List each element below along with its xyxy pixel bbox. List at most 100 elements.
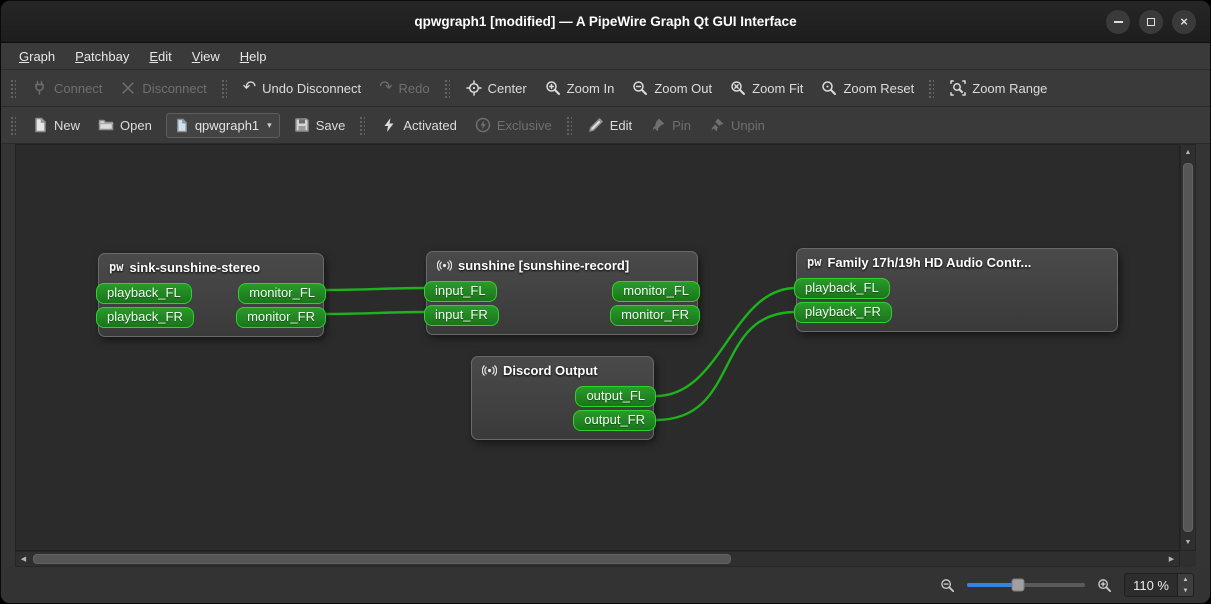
zoom-out-button[interactable]: Zoom Out: [623, 73, 721, 103]
port-output-fl[interactable]: output_FL: [575, 386, 656, 407]
menu-help[interactable]: Help: [230, 45, 277, 68]
zoom-value[interactable]: 110 %: [1125, 574, 1177, 596]
title-bar[interactable]: qpwgraph1 [modified] — A PipeWire Graph …: [1, 1, 1210, 43]
menu-graph-label: raph: [29, 48, 56, 64]
toolbar-handle[interactable]: [9, 78, 16, 98]
save-label: Save: [315, 117, 346, 133]
port-row: playback_FR: [794, 302, 1117, 323]
disconnect-button: Disconnect: [111, 73, 215, 103]
menu-patchbay-accel: P: [75, 48, 84, 64]
close-icon: ×: [1180, 14, 1188, 29]
zoom-slider-handle[interactable]: [1011, 578, 1025, 592]
node-title: pw Family 17h/19h HD Audio Contr...: [797, 249, 1117, 275]
center-button[interactable]: Center: [457, 73, 536, 103]
menu-edit[interactable]: Edit: [139, 45, 181, 68]
port-playback-fl[interactable]: playback_FL: [96, 283, 192, 304]
node-family-hd-audio[interactable]: pw Family 17h/19h HD Audio Contr... play…: [794, 248, 1118, 332]
port-output-fr[interactable]: output_FR: [573, 410, 656, 431]
minimize-button[interactable]: [1106, 9, 1130, 34]
vertical-scroll-thumb[interactable]: [1183, 163, 1193, 532]
connection-layer: [325, 286, 797, 422]
zoom-reset-button[interactable]: Zoom Reset: [812, 73, 923, 103]
toolbar-handle[interactable]: [358, 115, 366, 135]
zoom-slider[interactable]: [967, 578, 1086, 592]
patchbay-file-icon: [176, 118, 187, 132]
graph-canvas[interactable]: pw sink-sunshine-stereo playback_FL moni…: [15, 144, 1180, 551]
save-button[interactable]: Save: [285, 110, 355, 140]
graph-toolbar: Connect Disconnect ↶ Undo Disconnect ↷ R…: [1, 70, 1210, 107]
media-node-icon: [482, 364, 497, 376]
menu-graph[interactable]: Graph: [9, 45, 65, 68]
port-monitor-fl[interactable]: monitor_FL: [238, 283, 326, 304]
toolbar-handle[interactable]: [219, 78, 227, 98]
node-discord-output[interactable]: Discord Output output_FL output_FR: [471, 356, 656, 440]
unpin-icon: [709, 118, 724, 132]
zoom-spinbox[interactable]: 110 % ▲ ▼: [1124, 573, 1194, 597]
port-row: playback_FL: [794, 278, 1117, 299]
menu-help-label: elp: [249, 48, 267, 64]
menu-patchbay[interactable]: Patchbay: [65, 45, 139, 68]
redo-button: ↷ Redo: [370, 73, 438, 103]
edit-button[interactable]: Edit: [579, 110, 641, 140]
port-playback-fl[interactable]: playback_FL: [794, 278, 890, 299]
close-button[interactable]: ×: [1172, 9, 1196, 34]
zoom-in-button[interactable]: Zoom In: [536, 73, 624, 103]
scroll-right-icon: ▶: [1168, 556, 1175, 563]
port-input-fr[interactable]: input_FR: [424, 305, 499, 326]
toolbar-handle[interactable]: [442, 78, 450, 98]
node-title-text: sink-sunshine-stereo: [129, 259, 261, 275]
scroll-left-button[interactable]: ◀: [16, 552, 31, 566]
connect-icon: [35, 80, 44, 95]
scroll-up-button[interactable]: ▲: [1181, 145, 1195, 160]
undo-disconnect-button[interactable]: ↶ Undo Disconnect: [234, 73, 370, 103]
open-button[interactable]: Open: [89, 110, 161, 140]
maximize-button[interactable]: [1139, 9, 1163, 34]
toolbar-handle[interactable]: [9, 115, 16, 135]
connection-monitor-fr-input-fr[interactable]: [325, 310, 427, 316]
menu-view[interactable]: View: [182, 45, 230, 68]
connection-monitor-fl-input-fl[interactable]: [325, 286, 427, 292]
vertical-scrollbar[interactable]: ▲ ▼: [1180, 144, 1196, 551]
open-label: Open: [120, 117, 152, 133]
node-sink-sunshine-stereo[interactable]: pw sink-sunshine-stereo playback_FL moni…: [96, 253, 326, 337]
save-icon: [294, 118, 309, 132]
menu-patchbay-label: atchbay: [83, 48, 130, 64]
center-label: Center: [487, 80, 527, 96]
unpin-button: Unpin: [700, 110, 774, 140]
horizontal-scroll-track[interactable]: [31, 552, 1164, 566]
scroll-right-button[interactable]: ▶: [1164, 552, 1179, 566]
new-label: New: [54, 117, 81, 133]
port-row: output_FL: [472, 386, 656, 407]
node-title-text: sunshine [sunshine-record]: [458, 257, 630, 273]
new-file-icon: [35, 117, 46, 133]
media-node-icon: [437, 259, 452, 271]
scroll-down-button[interactable]: ▼: [1181, 535, 1195, 550]
toolbar-handle[interactable]: [564, 115, 572, 135]
zoom-spin-down-button[interactable]: ▼: [1178, 585, 1193, 596]
patchbay-select-value: qpwgraph1: [194, 117, 260, 133]
window-controls: ×: [1106, 9, 1196, 34]
zoom-spin-up-button[interactable]: ▲: [1178, 574, 1193, 585]
toolbar-handle[interactable]: [927, 78, 935, 98]
zoom-fit-button[interactable]: Zoom Fit: [721, 73, 812, 103]
horizontal-scroll-thumb[interactable]: [33, 554, 731, 564]
redo-label: Redo: [398, 80, 430, 96]
zoom-slider-fill: [967, 583, 1018, 587]
activated-button[interactable]: Activated: [372, 110, 465, 140]
port-monitor-fr[interactable]: monitor_FR: [236, 307, 326, 328]
port-input-fl[interactable]: input_FL: [424, 281, 497, 302]
chevron-down-icon: ▾: [267, 119, 272, 130]
new-button[interactable]: New: [23, 110, 89, 140]
zoom-range-button[interactable]: Zoom Range: [941, 73, 1056, 103]
node-sunshine-record[interactable]: sunshine [sunshine-record] input_FL moni…: [424, 251, 700, 335]
unpin-label: Unpin: [730, 117, 765, 133]
port-playback-fr[interactable]: playback_FR: [96, 307, 194, 328]
port-row: input_FR monitor_FR: [424, 305, 700, 326]
menu-edit-accel: E: [149, 48, 159, 64]
horizontal-scrollbar[interactable]: ◀ ▶: [15, 551, 1180, 567]
patchbay-select[interactable]: qpwgraph1 ▾: [165, 112, 280, 138]
port-monitor-fr[interactable]: monitor_FR: [610, 305, 700, 326]
port-playback-fr[interactable]: playback_FR: [794, 302, 892, 323]
zoom-spin-arrows: ▲ ▼: [1177, 574, 1193, 596]
port-monitor-fl[interactable]: monitor_FL: [612, 281, 700, 302]
